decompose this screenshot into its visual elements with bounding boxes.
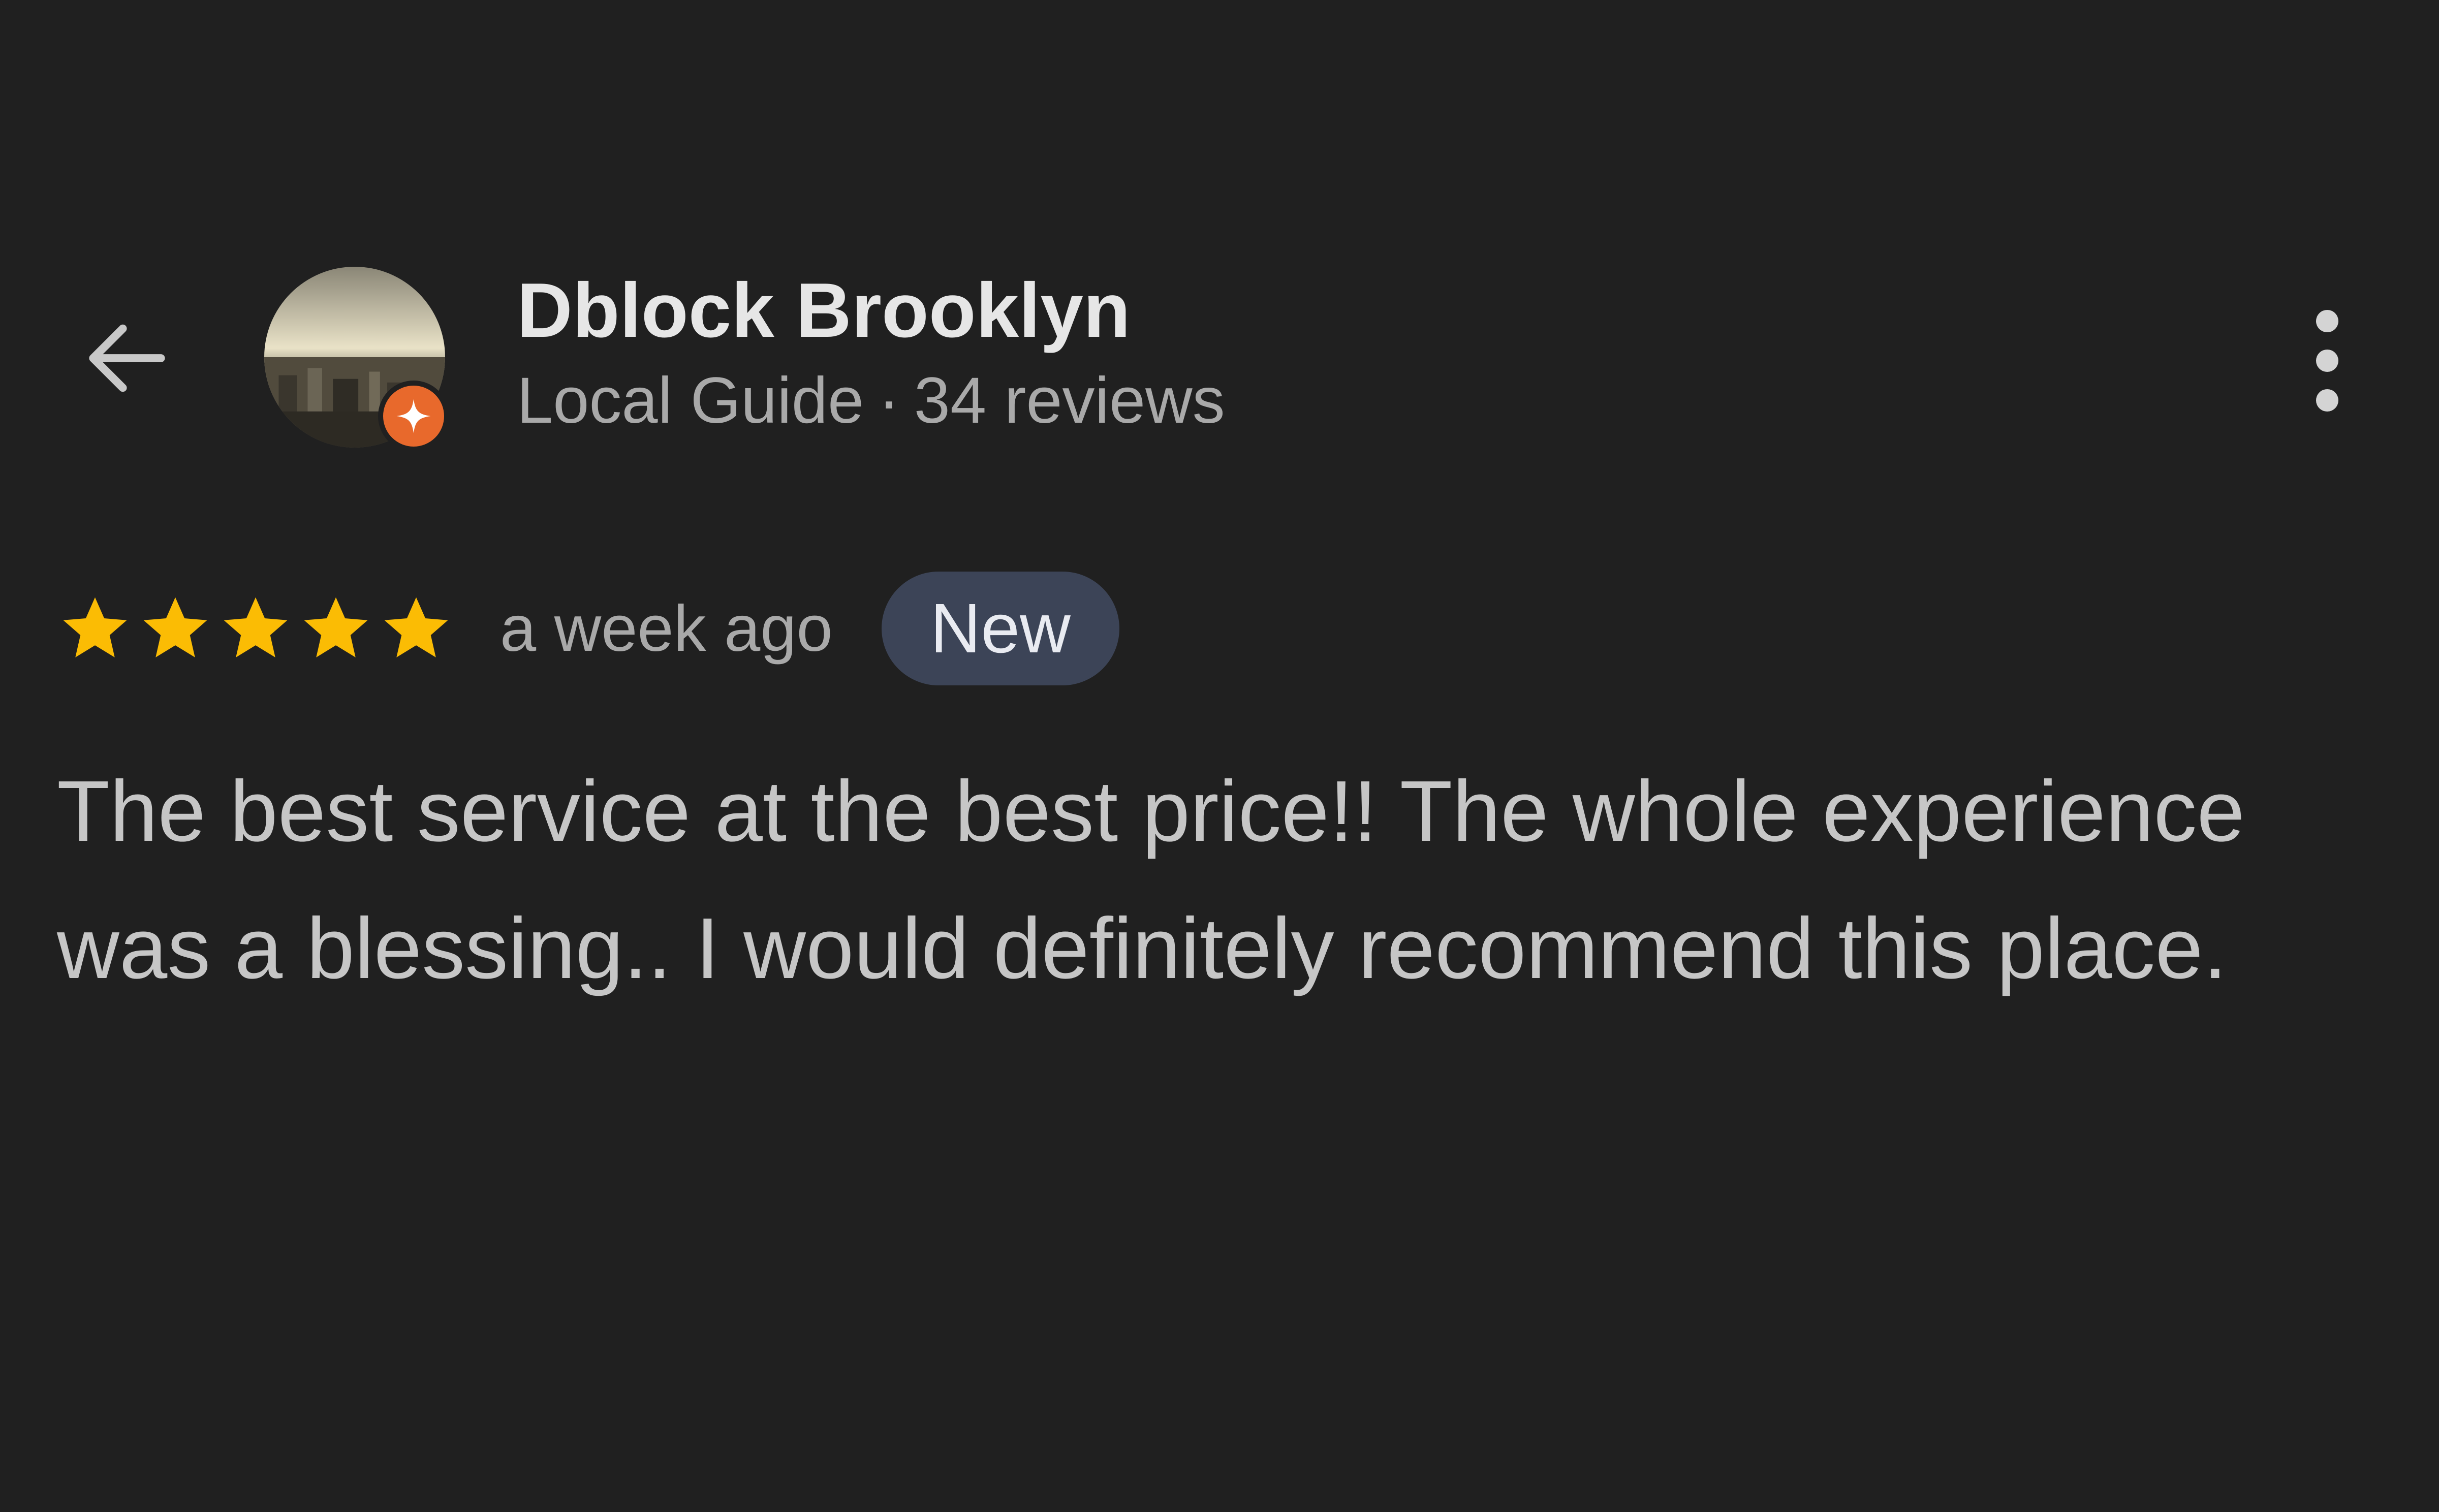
star-icon <box>57 590 133 667</box>
reviewer-avatar[interactable] <box>264 267 449 452</box>
local-guide-badge <box>378 381 449 452</box>
star-icon <box>378 590 454 667</box>
local-guide-star-icon <box>396 399 431 433</box>
new-badge: New <box>881 572 1119 685</box>
review-text: The best service at the best price!! The… <box>57 763 2245 997</box>
reviewer-meta: Local Guide · 34 reviews <box>517 362 1225 440</box>
reviewer-name[interactable]: Dblock Brooklyn <box>517 264 1131 357</box>
meta-separator: · <box>878 364 900 437</box>
star-icon <box>298 590 374 667</box>
more-options-button[interactable] <box>2287 295 2368 427</box>
star-icon <box>217 590 294 667</box>
review-time: a week ago <box>500 592 833 665</box>
star-rating <box>57 590 458 667</box>
reviewer-level: Local Guide <box>517 364 864 437</box>
reviews-count: 34 reviews <box>914 364 1225 437</box>
star-icon <box>137 590 213 667</box>
arrow-left-icon <box>89 324 165 392</box>
rating-row: a week ago New <box>57 570 1119 687</box>
back-button[interactable] <box>74 305 180 412</box>
more-vertical-icon <box>2316 310 2338 332</box>
